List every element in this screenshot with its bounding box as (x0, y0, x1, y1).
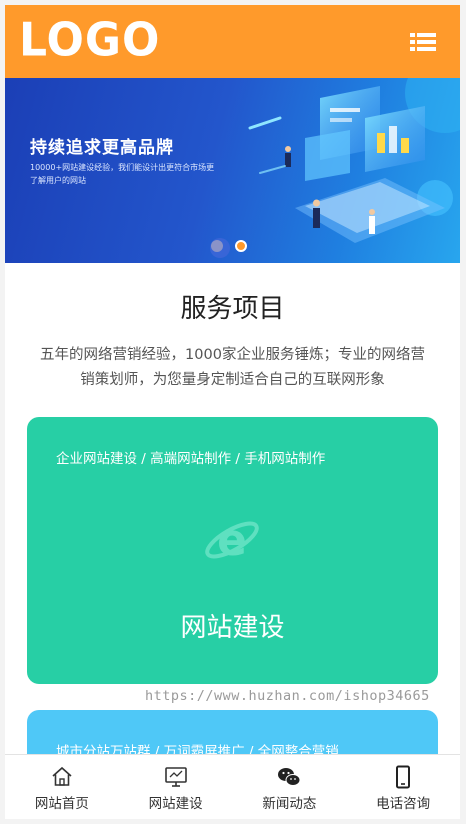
carousel-dot-1[interactable] (211, 240, 223, 252)
header-bar: LOGO (5, 5, 460, 78)
card-tags: 企业网站建设 / 高端网站制作 / 手机网站制作 (56, 451, 326, 467)
nav-item-home[interactable]: 网站首页 (5, 755, 119, 819)
card-name: 网站建设 (180, 613, 285, 643)
nav-label: 网站首页 (34, 796, 89, 812)
wechat-icon (278, 768, 301, 786)
svg-text:e: e (217, 515, 247, 566)
logo[interactable]: LOGO (19, 15, 160, 66)
section-title: 服务项目 (180, 294, 285, 324)
nav-item-website[interactable]: 网站建设 (119, 755, 233, 819)
monitor-icon (164, 767, 187, 787)
carousel-dots (211, 240, 247, 252)
banner-title: 持续追求更高品牌 (30, 138, 174, 158)
bottom-nav: 网站首页 网站建设 新闻动态 电话咨询 (5, 754, 460, 819)
section-description: 五年的网络营销经验，1000家企业服务锤炼；专业的网络营销策划师，为您量身定制适… (40, 347, 425, 388)
ie-browser-icon: e (205, 515, 259, 566)
nav-item-news[interactable]: 新闻动态 (233, 755, 347, 819)
nav-label: 网站建设 (148, 796, 203, 812)
phone-icon (396, 765, 411, 789)
page-frame: LOGO 持续追求更高品牌 10000+网站建设经验，我们能设计出更符合市场更了… (5, 5, 460, 819)
nav-label: 新闻动态 (262, 796, 317, 812)
list-menu-icon[interactable] (410, 32, 436, 52)
banner-subtitle: 10000+网站建设经验，我们能设计出更符合市场更了解用户的网站 (30, 163, 215, 185)
watermark-url: https://www.huzhan.com/ishop34665 (145, 688, 430, 704)
home-icon (52, 766, 72, 786)
service-card-website[interactable]: 企业网站建设 / 高端网站制作 / 手机网站制作 e 网站建设 (27, 417, 438, 684)
hero-banner[interactable]: 持续追求更高品牌 10000+网站建设经验，我们能设计出更符合市场更了解用户的网… (5, 78, 460, 263)
nav-label: 电话咨询 (376, 796, 431, 812)
nav-item-phone[interactable]: 电话咨询 (346, 755, 460, 819)
carousel-dot-2[interactable] (235, 240, 247, 252)
